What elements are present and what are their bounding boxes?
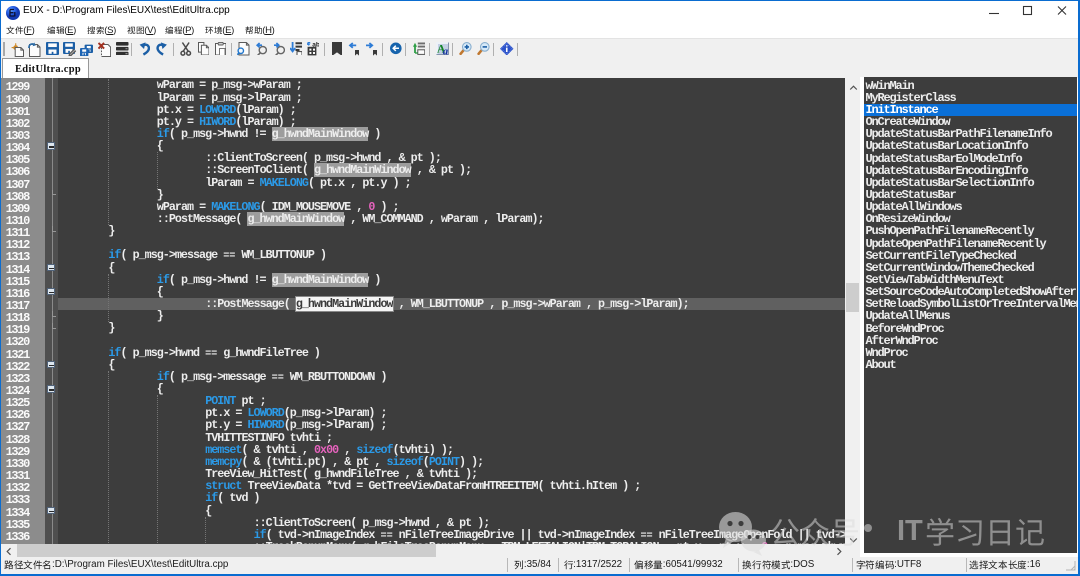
svg-text:ab: ab — [312, 42, 319, 49]
svg-text:a: a — [443, 46, 448, 55]
